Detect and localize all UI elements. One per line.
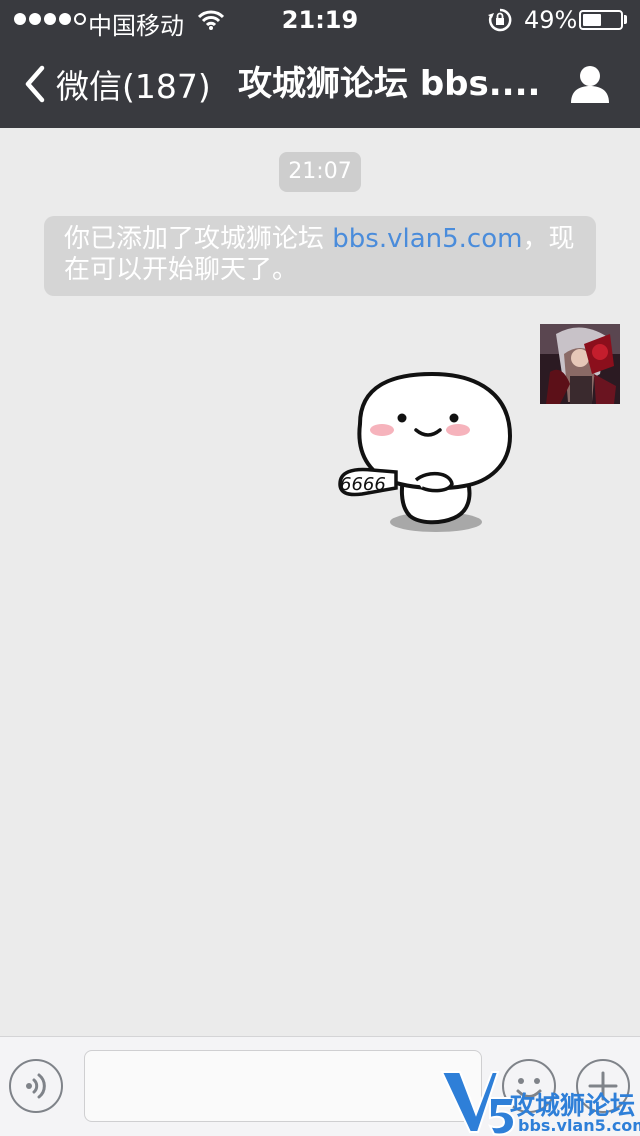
back-button-label: 微信(187) [56,67,211,106]
sticker-message[interactable]: 6666 [332,366,522,538]
system-message: 你已添加了攻城狮论坛 bbs.vlan5.com，现在可以开始聊天了。 [44,216,596,296]
chat-title: 攻城狮论坛 bbs.... [238,64,541,104]
watermark-logo [440,1071,516,1136]
top-bar: 中国移动 21:19 49% 微信(187) 攻城狮论坛 bbs.... [0,0,640,128]
battery-cap [624,15,627,24]
profile-icon[interactable] [568,64,612,104]
system-message-text: 你已添加了攻城狮论坛 [64,224,333,254]
watermark: 攻城狮论坛 bbs.vlan5.com [440,1068,640,1136]
back-button[interactable]: 微信(187) [18,62,211,106]
voice-icon[interactable] [8,1058,64,1114]
system-message-link[interactable]: bbs.vlan5.com [332,224,522,254]
timestamp-badge: 21:07 [279,152,361,192]
chevron-left-icon [25,65,45,103]
orientation-lock-icon [488,8,512,32]
watermark-url: bbs.vlan5.com [518,1116,640,1135]
battery-icon [579,10,623,30]
sticker-text: 6666 [340,474,386,495]
message-input[interactable] [84,1050,482,1122]
battery-percent: 49% [524,6,578,34]
battery-level-fill [583,14,601,26]
status-bar: 中国移动 21:19 49% [0,0,640,40]
avatar[interactable] [540,324,620,404]
